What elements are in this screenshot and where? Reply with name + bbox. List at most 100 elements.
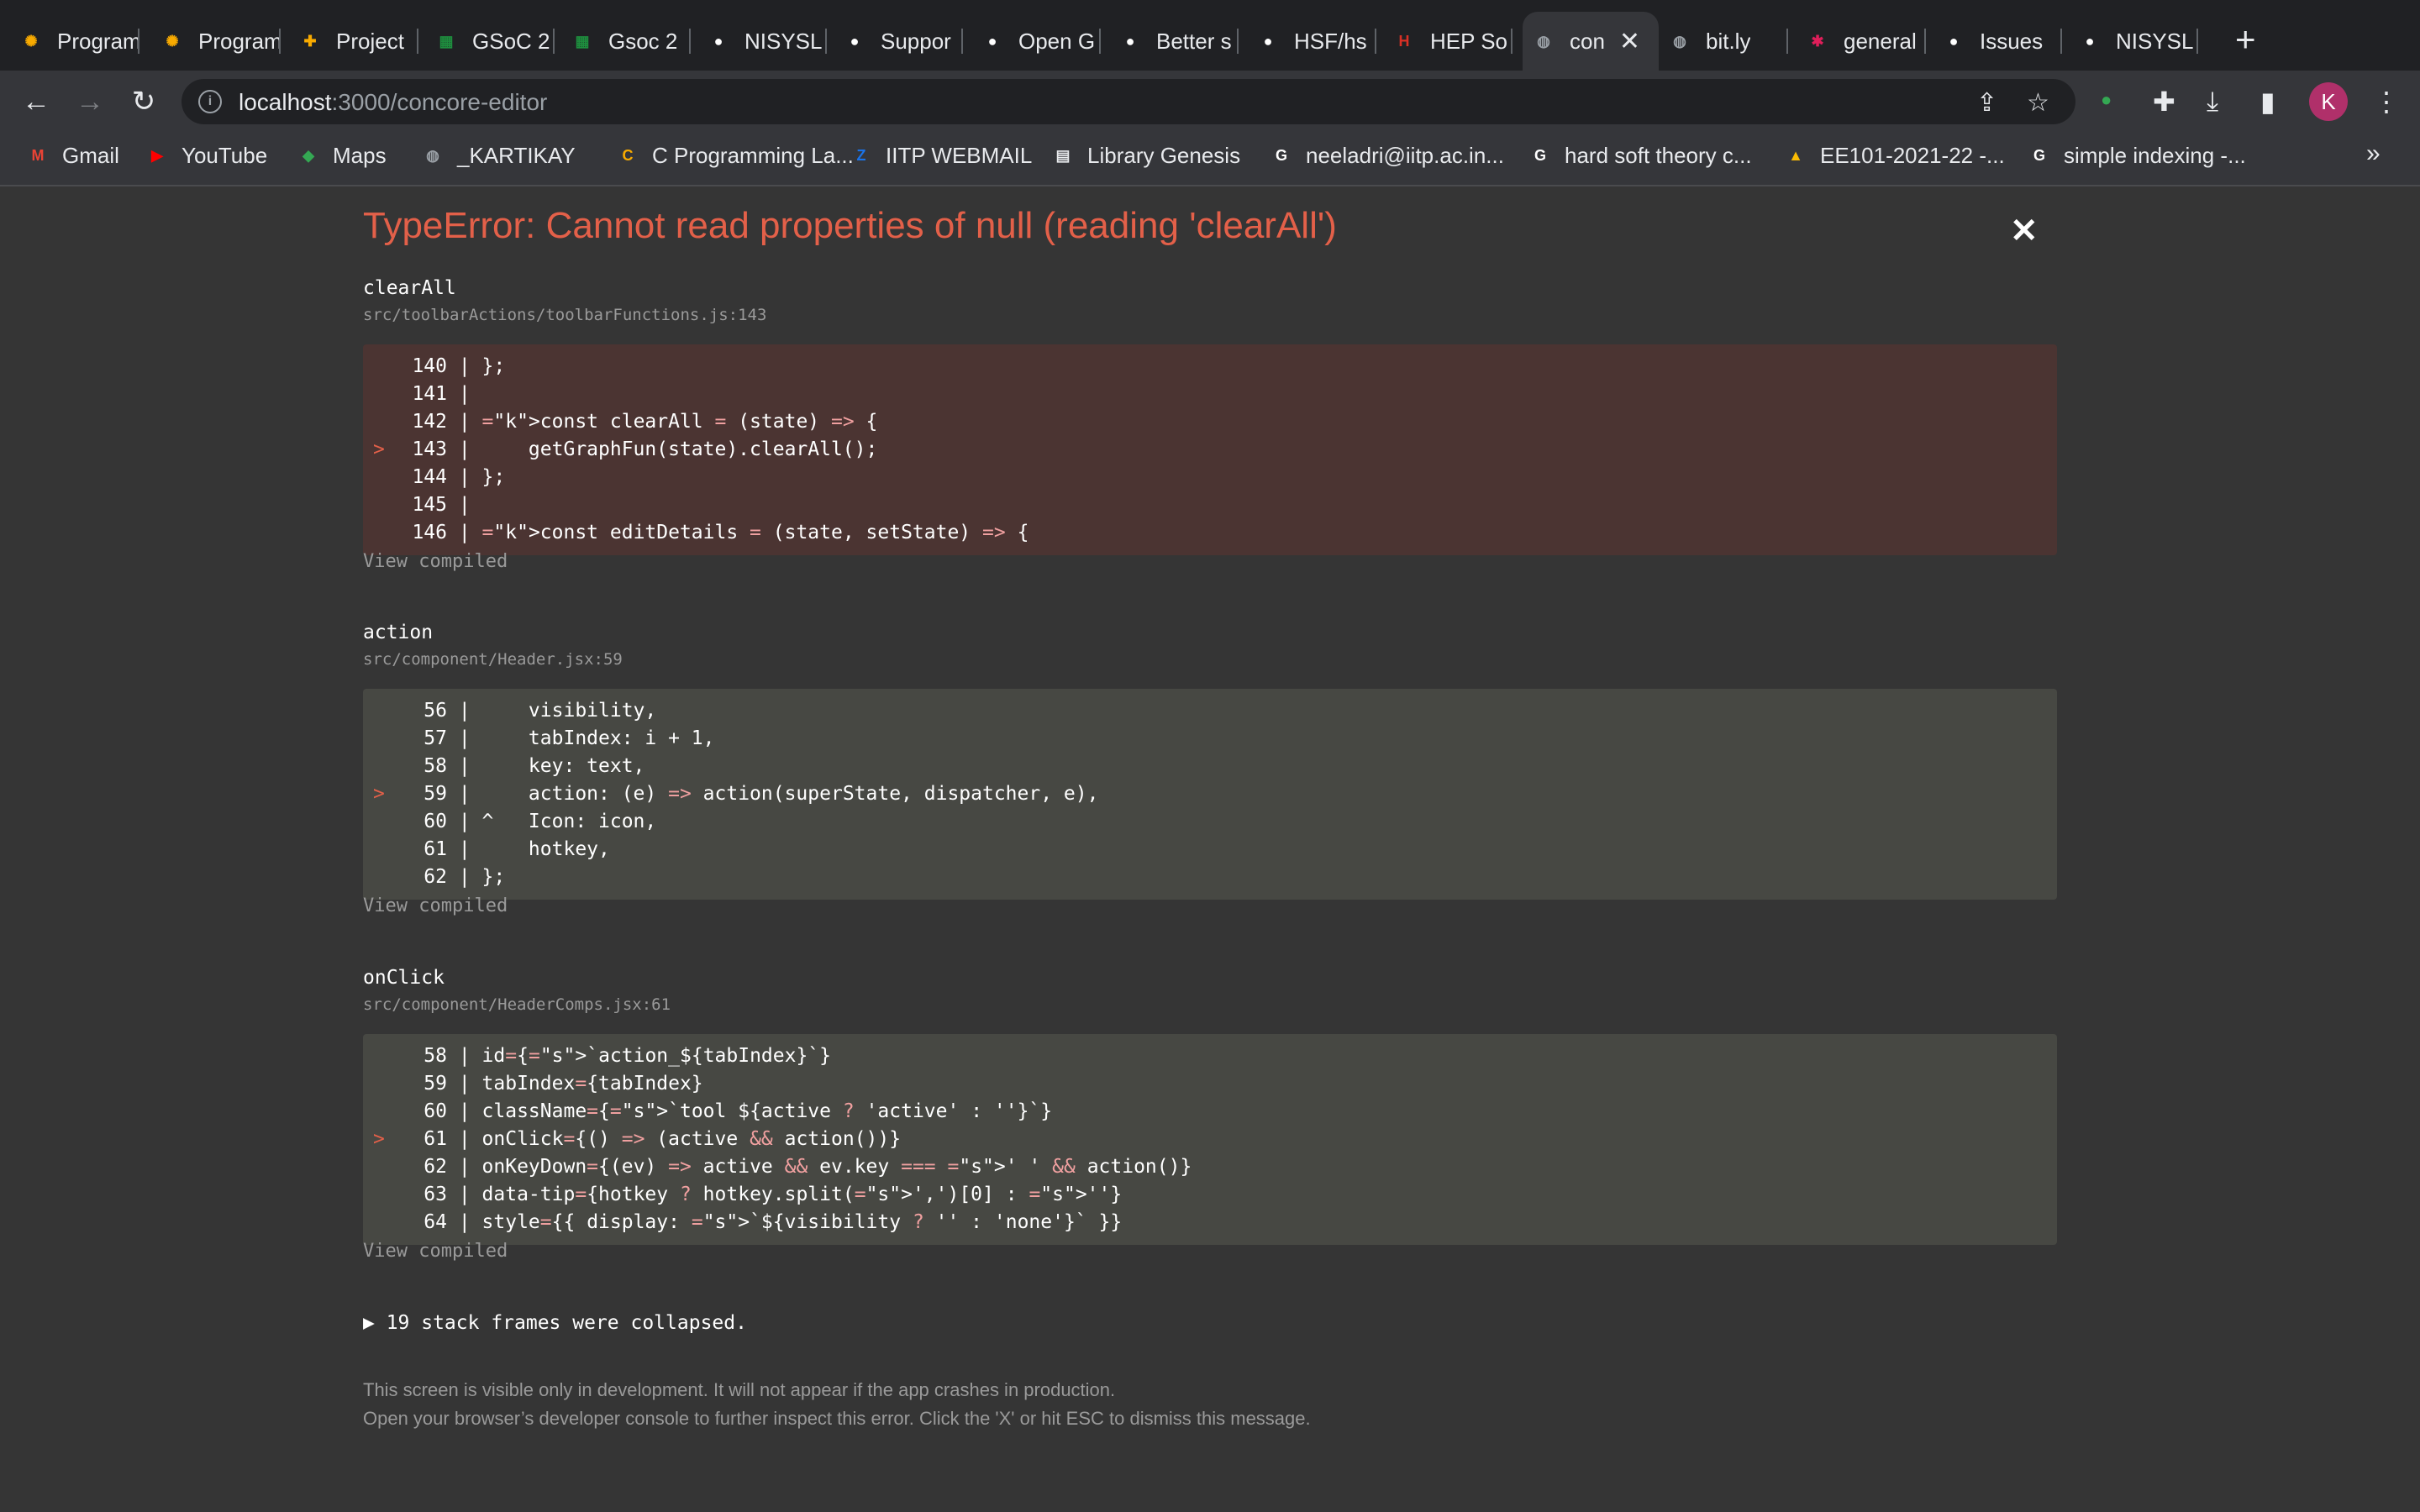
tab-separator — [2196, 29, 2198, 54]
bookmark-label: Maps — [333, 143, 387, 168]
browser-tab[interactable]: ● HSF/hs — [1247, 12, 1376, 71]
code-line: >59 | action: (e) => action(superState, … — [363, 780, 2057, 808]
reload-button[interactable]: ↻ — [126, 84, 161, 119]
browser-tab[interactable]: ✺ Program — [151, 12, 281, 71]
bookmark-item[interactable]: ▲ EE101-2021-22 -... — [1783, 143, 2005, 169]
new-tab-button[interactable]: + — [2235, 22, 2256, 57]
code-text: tabIndex={tabIndex} — [481, 1073, 703, 1095]
github-icon: ● — [1125, 32, 1135, 50]
current-line-marker: > — [373, 1128, 385, 1150]
bookmark-label: IITP WEBMAIL — [886, 143, 1033, 168]
browser-tab[interactable]: ▦ GSoC 2 — [425, 12, 555, 71]
browser-tab[interactable]: ● Better s — [1109, 12, 1239, 71]
tab-close-icon[interactable]: ✕ — [1619, 27, 1640, 56]
bookmark-item[interactable]: M Gmail — [25, 143, 119, 169]
bookmark-item[interactable]: ◆ Maps — [296, 143, 387, 169]
tab-separator — [1099, 29, 1101, 54]
view-compiled-link[interactable]: View compiled — [363, 551, 508, 572]
bookmark-item[interactable]: Z IITP WEBMAIL — [849, 143, 1033, 169]
share-icon[interactable]: ⇪ — [1976, 88, 1997, 118]
bookmark-star-icon[interactable]: ☆ — [2027, 88, 2049, 118]
line-number: 58 — [424, 1045, 447, 1067]
tab-title: HSF/hs — [1294, 28, 1367, 54]
profile-avatar[interactable]: K — [2309, 82, 2348, 121]
line-number: 63 — [424, 1184, 447, 1205]
bookmark-label: Library Genesis — [1087, 143, 1241, 168]
address-bar[interactable]: i localhost:3000/concore-editor ⇪ ☆ — [182, 79, 2075, 124]
browser-tab[interactable]: H HEP So — [1383, 12, 1512, 71]
bookmark-label: neeladri@iitp.ac.in... — [1306, 143, 1504, 168]
collapsed-frames-toggle[interactable]: ▶ 19 stack frames were collapsed. — [363, 1312, 747, 1334]
tab-title: Open G — [1018, 28, 1096, 54]
browser-tab[interactable]: ✚ Project — [289, 12, 418, 71]
line-separator: | — [447, 466, 482, 488]
view-compiled-link[interactable]: View compiled — [363, 895, 508, 916]
browser-tab[interactable]: ▦ Gsoc 2 — [561, 12, 691, 71]
hsf-icon: H — [1398, 32, 1410, 50]
tab-separator — [689, 29, 691, 54]
browser-tab[interactable]: ● Suppor — [834, 12, 963, 71]
browser-tab[interactable]: ● NISYSL — [697, 12, 827, 71]
tab-separator — [279, 29, 281, 54]
line-number: 58 — [424, 755, 447, 777]
side-panel-icon[interactable]: ▮ — [2260, 86, 2275, 118]
bookmark-item[interactable]: ▶ YouTube — [145, 143, 267, 169]
tab-title: con — [1570, 28, 1605, 54]
forward-button[interactable]: → — [72, 84, 108, 119]
download-icon[interactable]: ⤓ — [2207, 86, 2218, 118]
tab-title: general — [1844, 28, 1917, 54]
more-bookmarks-icon[interactable]: » — [2366, 139, 2381, 168]
line-separator: | — [447, 783, 482, 805]
drive-icon: ▲ — [1788, 147, 1803, 164]
stack-frame-file[interactable]: src/component/HeaderComps.jsx:61 — [363, 995, 671, 1014]
menu-kebab-icon[interactable]: ⋮ — [2373, 86, 2400, 118]
address-url[interactable]: localhost:3000/concore-editor — [239, 89, 547, 116]
bookmark-item[interactable]: Ghard soft theory c... — [1528, 143, 1752, 169]
code-line: >143 | getGraphFun(state).clearAll(); — [363, 436, 2057, 464]
code-text: hotkey, — [481, 838, 610, 860]
code-line: >61 | onClick={() => (active && action()… — [363, 1126, 2057, 1153]
browser-tab[interactable]: ● Issues — [1933, 12, 2062, 71]
browser-tab[interactable]: ✺ Program — [10, 12, 139, 71]
back-button[interactable]: ← — [18, 84, 54, 119]
sheets-icon: ▦ — [439, 32, 454, 50]
site-info-icon[interactable]: i — [198, 90, 222, 113]
bookmark-item[interactable]: Gneeladri@iitp.ac.in... — [1269, 143, 1504, 169]
bookmark-item[interactable]: ◍ _KARTIKAY — [420, 143, 576, 169]
code-text: }; — [481, 466, 506, 488]
bookmark-item[interactable]: Gsimple indexing -... — [2027, 143, 2246, 169]
github-icon: ● — [2085, 32, 2095, 50]
browser-tab[interactable]: ● Open G — [971, 12, 1101, 71]
line-separator: | — [447, 727, 482, 749]
code-text: }; — [481, 866, 506, 888]
bookmark-item[interactable]: ▤ Library Genesis — [1050, 143, 1240, 169]
line-separator: | — [447, 1128, 482, 1150]
code-text: className={="s">`tool ${active ? 'active… — [481, 1100, 1053, 1122]
extensions-puzzle-icon[interactable]: ✚ — [2153, 86, 2175, 118]
code-text: ="k">const editDetails = (state, setStat… — [481, 522, 1029, 543]
view-compiled-link[interactable]: View compiled — [363, 1241, 508, 1262]
code-line: 61 | hotkey, — [363, 836, 2057, 864]
browser-tab[interactable]: ◍ con ✕ — [1523, 12, 1659, 71]
code-text: getGraphFun(state).clearAll(); — [481, 438, 878, 460]
github-icon: ● — [1949, 32, 1959, 50]
tab-strip: ✺ Program ✺ Program ✚ Project ▦ GSoC 2 ▦ Gsoc 2 ● N… — [0, 0, 2420, 71]
browser-tab[interactable]: ✱ general — [1797, 12, 1926, 71]
extension-icon[interactable]: ● — [2101, 89, 2112, 111]
cprog-icon: C — [622, 147, 634, 164]
stack-frame-file[interactable]: src/toolbarActions/toolbarFunctions.js:1… — [363, 306, 766, 324]
line-separator: | — [447, 1045, 482, 1067]
current-line-marker: > — [373, 438, 385, 460]
stack-frame-file[interactable]: src/component/Header.jsx:59 — [363, 650, 623, 669]
code-text: action: (e) => action(superState, dispat… — [481, 783, 1099, 805]
bookmark-item[interactable]: C C Programming La... — [615, 143, 854, 169]
error-overlay: TypeError: Cannot read properties of nul… — [0, 186, 2420, 1512]
tab-title: Suppor — [881, 28, 951, 54]
youtube-icon: ▶ — [151, 147, 163, 164]
browser-tab[interactable]: ● NISYSL — [2069, 12, 2198, 71]
close-icon[interactable]: ✕ — [2010, 212, 2039, 250]
line-number: 57 — [424, 727, 447, 749]
browser-tab[interactable]: ◍ bit.ly — [1659, 12, 1788, 71]
bookmark-label: YouTube — [182, 143, 268, 168]
code-line: 58 | key: text, — [363, 753, 2057, 780]
